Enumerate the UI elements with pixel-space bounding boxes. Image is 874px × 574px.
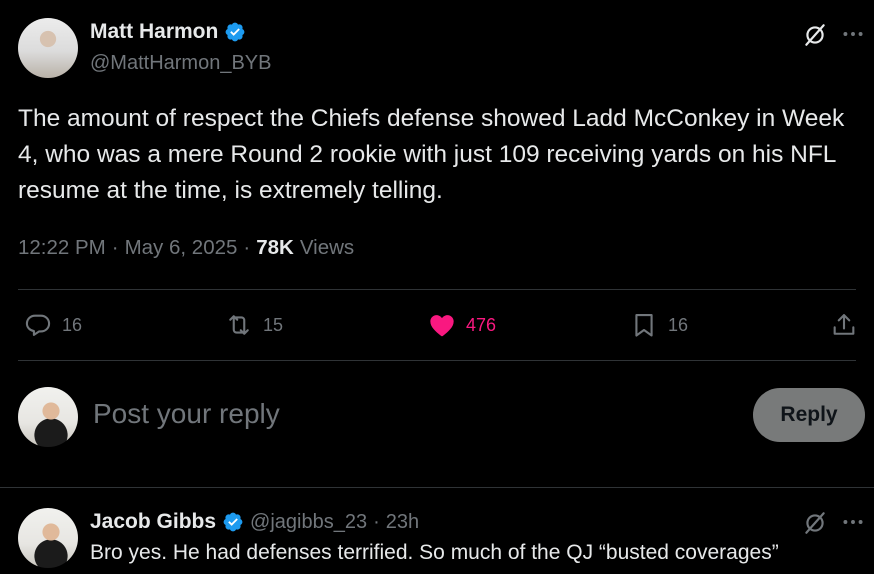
reply-action[interactable]: 16 [24,311,82,339]
grok-icon[interactable] [802,22,828,48]
reply-time[interactable]: 23h [386,511,419,534]
reply-text: Bro yes. He had defenses terrified. So m… [90,541,779,564]
heart-icon [430,315,454,337]
more-icon[interactable] [840,21,866,47]
verified-badge-icon [225,22,245,42]
grok-icon[interactable] [802,510,828,536]
tweet-time[interactable]: 12:22 PM [18,236,106,260]
views-label: Views [299,236,355,259]
repost-action[interactable]: 15 [225,311,283,339]
more-icon[interactable] [840,509,866,535]
author-name[interactable]: Matt Harmon [90,20,218,44]
like-count: 476 [466,314,497,335]
author-name-row: Matt Harmon [90,20,246,44]
meta-separator: · [373,510,380,533]
reply-button[interactable]: Reply [753,388,865,442]
share-icon[interactable] [830,311,858,339]
meta-separator: · [243,236,251,259]
reply-author-handle[interactable]: @jagibbs_23 [250,511,367,534]
meta-separator: · [111,236,119,259]
author-avatar[interactable] [18,18,78,78]
like-action[interactable]: 476 [428,311,496,339]
author-handle[interactable]: @MattHarmon_BYB [90,52,271,75]
reply-author-name[interactable]: Jacob Gibbs [90,510,216,534]
divider [18,360,856,361]
tweet-date[interactable]: May 6, 2025 [125,236,238,260]
bookmark-icon [635,314,653,337]
tweet-text: The amount of respect the Chiefs defense… [18,105,845,204]
repost-icon [229,315,249,335]
reply-count: 16 [62,314,83,335]
verified-badge-icon [223,512,243,532]
reply-input[interactable]: Post your reply [93,398,280,430]
reply-header: Jacob Gibbs @jagibbs_23 · 23h [90,510,419,534]
current-user-avatar[interactable] [18,387,78,447]
reply-author-avatar[interactable] [18,508,78,568]
tweet-meta: 12:22 PM · May 6, 2025 · 78K Views [18,236,354,260]
views-count[interactable]: 78K [256,236,294,260]
reply-icon [25,314,51,336]
divider [18,289,856,290]
repost-count: 15 [263,314,284,335]
bookmark-action[interactable]: 16 [630,311,688,339]
divider [0,487,874,488]
bookmark-count: 16 [668,314,689,335]
